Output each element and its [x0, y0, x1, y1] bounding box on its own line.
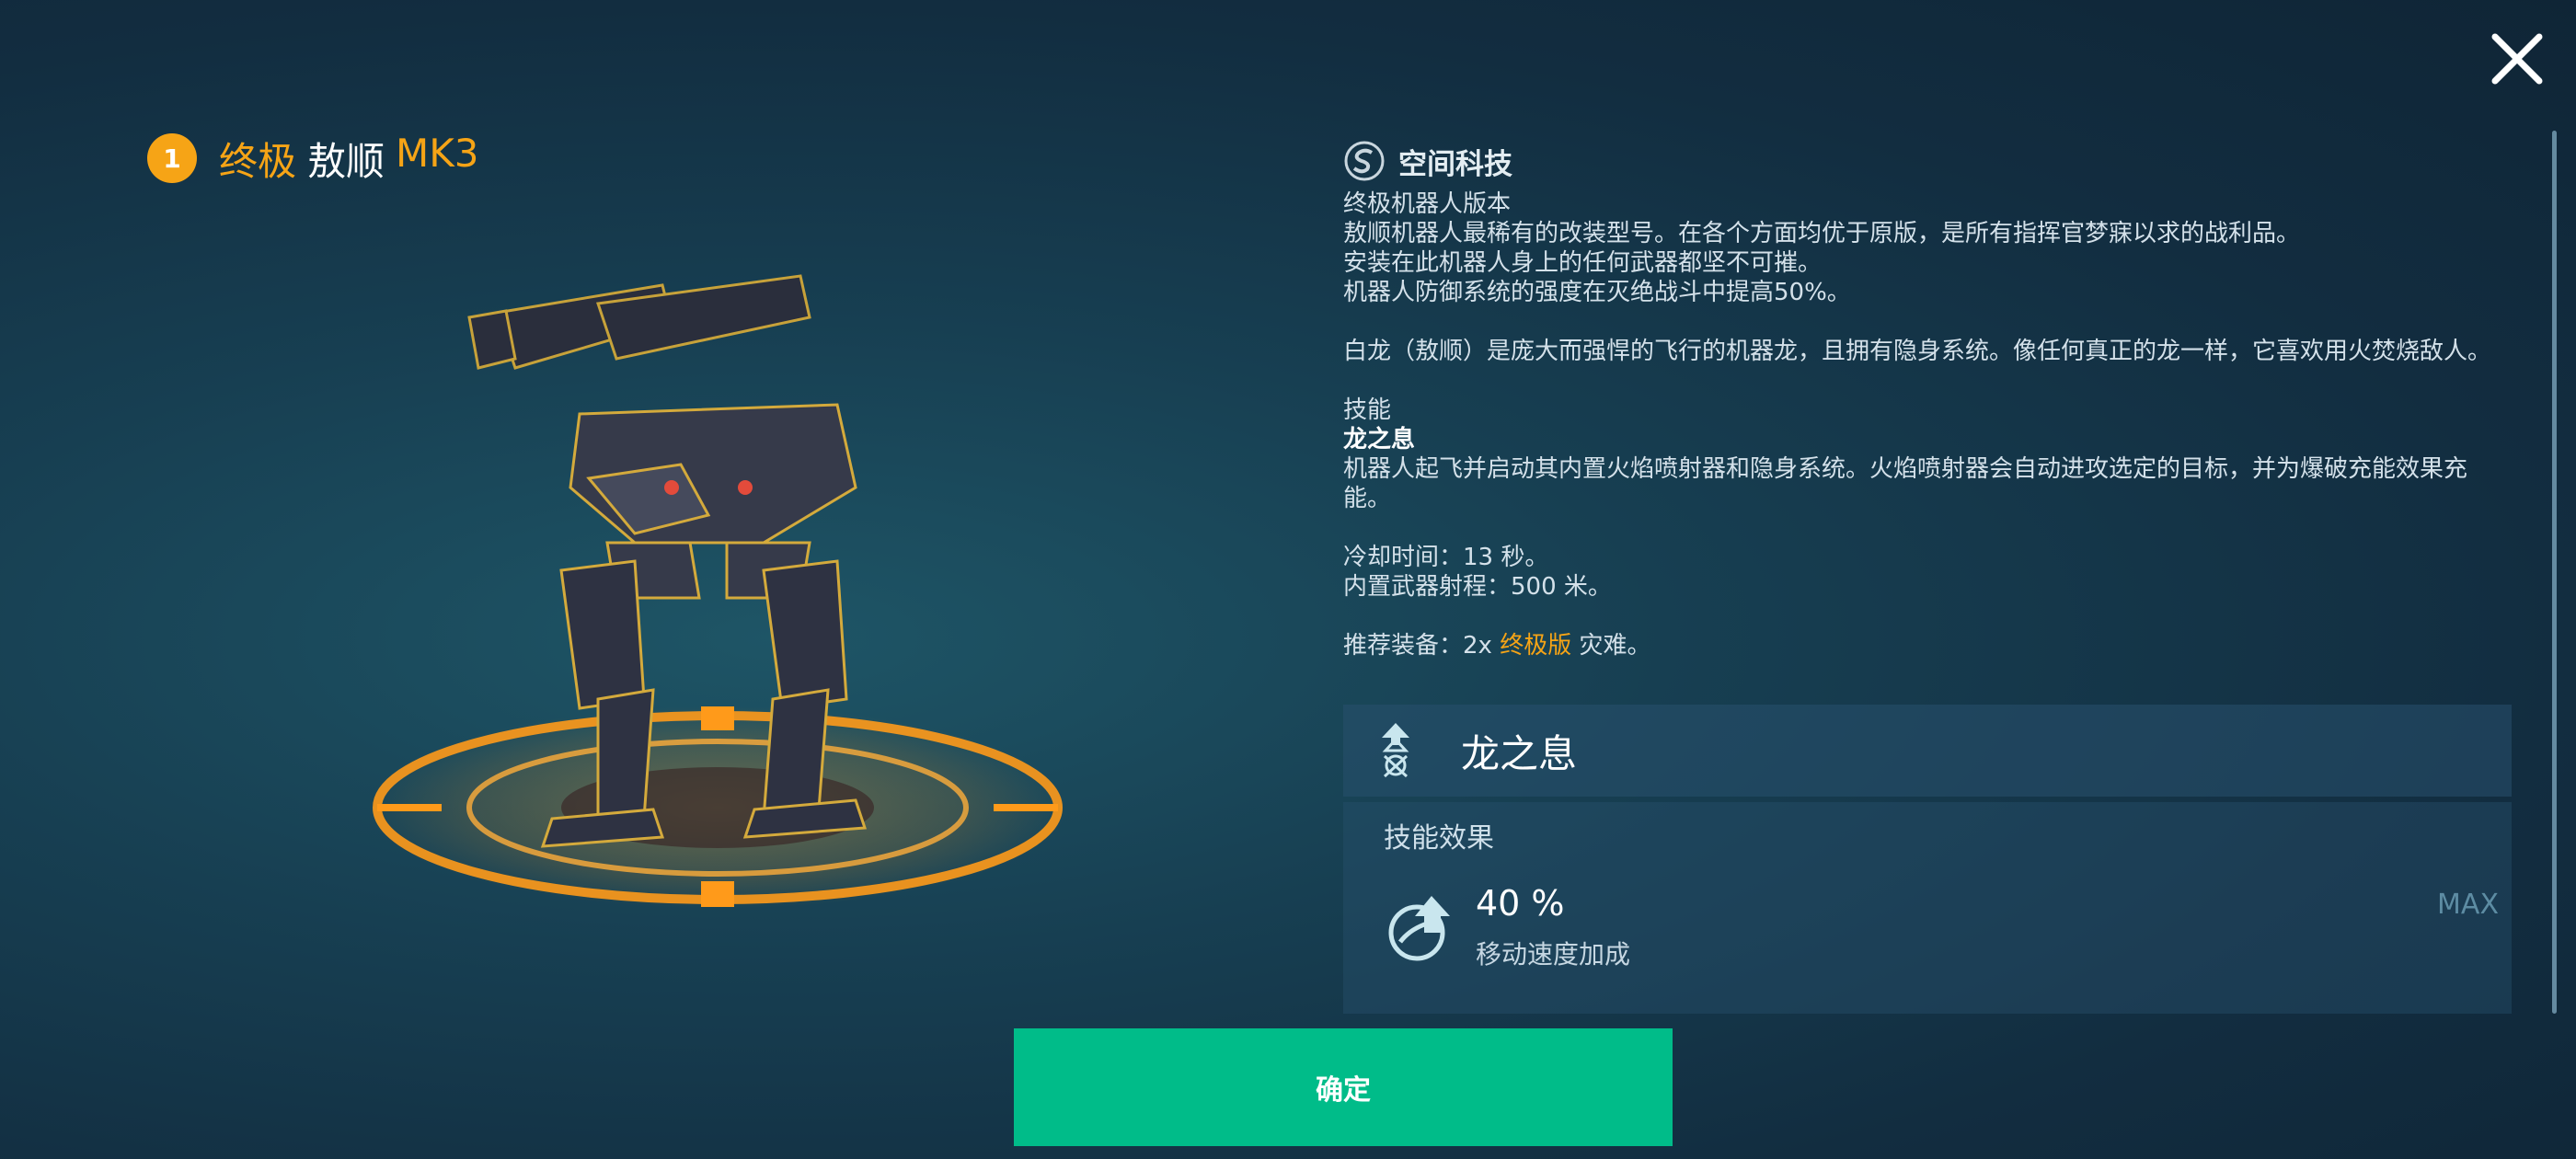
faction-name: 空间科技	[1398, 147, 1512, 181]
weapon-range-text: 内置武器射程：500 米。	[1343, 573, 1612, 601]
cooldown-text: 冷却时间：13 秒。	[1343, 544, 1549, 571]
recommend-highlight: 终极版	[1500, 632, 1572, 660]
robot-name: 终极 敖顺 MK3	[219, 131, 479, 187]
robot-mark: MK3	[396, 130, 479, 176]
max-label: MAX	[2437, 889, 2499, 921]
spacetech-logo-icon	[1344, 141, 1385, 181]
robot-title: 1 终极 敖顺 MK3	[147, 129, 479, 188]
skill-heading: 技能	[1343, 396, 1392, 424]
rank-badge: 1	[147, 133, 197, 183]
lore-text: 白龙（敖顺）是庞大而强悍的飞行的机器龙，且拥有隐身系统。像任何真正的龙一样，它喜…	[1343, 338, 2492, 365]
dragon-breath-ability-icon	[1382, 723, 1409, 778]
desc-line: 敖顺机器人最稀有的改装型号。在各个方面均优于原版，是所有指挥官梦寐以求的战利品。	[1343, 220, 2301, 247]
ability-name: 龙之息	[1461, 730, 1578, 776]
desc-line: 安装在此机器人身上的任何武器都坚不可摧。	[1343, 249, 1823, 277]
skill-effect-panel: 技能效果 40 % 移动速度加成 MAX	[1343, 802, 2512, 1014]
effect-label: 移动速度加成	[1476, 939, 1631, 970]
scrollbar[interactable]	[2552, 131, 2557, 1014]
description-text: 终极机器人版本 敖顺机器人最稀有的改装型号。在各个方面均优于原版，是所有指挥官梦…	[1343, 189, 2512, 660]
close-button[interactable]	[2484, 26, 2550, 92]
robot-image	[368, 274, 1067, 909]
speed-boost-icon	[1388, 896, 1450, 961]
faction-row: 空间科技	[1343, 136, 2512, 186]
robot-tier: 终极	[219, 138, 297, 184]
desc-line: 终极机器人版本	[1343, 190, 1512, 218]
recommend-prefix: 推荐装备：2x	[1343, 632, 1501, 660]
effect-value: 40 %	[1476, 883, 1565, 924]
close-icon	[2491, 33, 2543, 85]
recommended-gear: 推荐装备：2x 终极版 灾难。	[1343, 631, 2512, 660]
recommend-suffix: 灾难。	[1571, 632, 1651, 660]
skill-name: 龙之息	[1343, 426, 1416, 453]
confirm-button[interactable]: 确定	[1014, 1028, 1673, 1146]
skill-description: 机器人起飞并启动其内置火焰喷射器和隐身系统。火焰喷射器会自动进攻选定的目标，并为…	[1343, 455, 2468, 512]
ability-header: 龙之息	[1343, 705, 2512, 797]
desc-line: 机器人防御系统的强度在灭绝战斗中提高50%。	[1343, 279, 1851, 306]
robot-name-text: 敖顺	[307, 138, 385, 184]
skill-effect-title: 技能效果	[1384, 822, 1494, 855]
robot-description-panel: 空间科技 终极机器人版本 敖顺机器人最稀有的改装型号。在各个方面均优于原版，是所…	[1343, 136, 2512, 660]
